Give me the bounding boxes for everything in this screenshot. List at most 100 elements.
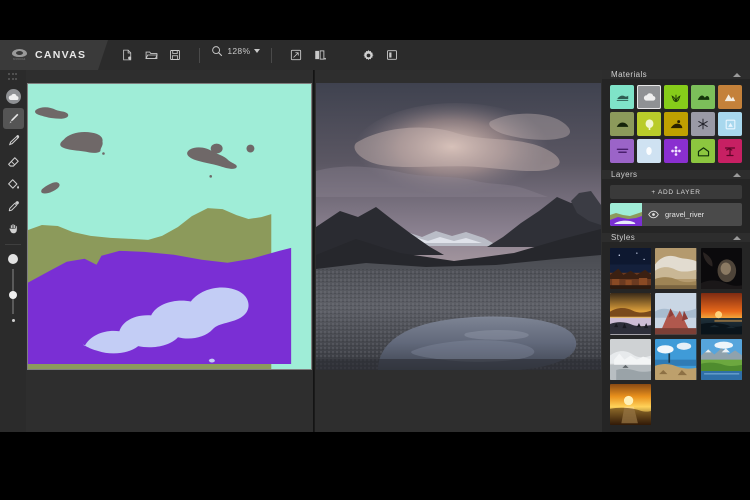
settings-button[interactable] [357,44,379,66]
material-ice[interactable] [718,112,742,136]
style-thumb-ocean-sunset[interactable] [700,293,742,335]
layer-row[interactable]: gravel_river [610,203,742,226]
material-hill[interactable] [610,112,634,136]
add-layer-button[interactable]: + ADD LAYER [610,185,742,199]
palm-icon [724,147,736,157]
slider-track[interactable] [9,269,18,314]
chevron-up-icon[interactable] [733,172,741,177]
materials-grid [610,85,742,163]
style-image [700,338,742,380]
material-palm[interactable] [718,139,742,163]
layer-thumbnail-image [610,203,642,226]
compare-view-button[interactable] [309,44,331,66]
view-tool-group [279,40,337,70]
help-button[interactable] [381,44,403,66]
style-thumb-blue-sky-beach[interactable] [655,338,697,380]
save-disk-icon [170,50,181,60]
open-folder-button[interactable] [140,44,162,66]
eyedropper-icon [8,201,19,212]
segmentation-pane[interactable] [26,70,313,432]
material-tree[interactable] [637,112,661,136]
app-brand: NVIDIA CANVAS [0,40,109,70]
tool-paintbrush[interactable] [2,108,24,129]
material-mud[interactable] [664,112,688,136]
ice-icon [725,119,735,129]
cloud-speck-1 [102,152,105,155]
styles-header[interactable]: Styles [602,233,750,242]
tool-eyedropper[interactable] [3,196,24,217]
new-document-button[interactable] [116,44,138,66]
style-thumb-grey-glacier[interactable] [610,338,652,380]
style-thumb-rocky-cliff[interactable] [655,248,697,290]
tool-pan-hand[interactable] [3,218,24,239]
snowflake-icon [698,118,708,130]
paintbrush-icon [8,113,18,124]
material-snow[interactable] [691,112,715,136]
brand-wordmark: NVIDIA [13,57,26,61]
style-thumb-sunset-water[interactable] [610,383,652,426]
slider-handle[interactable] [9,291,18,299]
segmentation-canvas[interactable] [27,83,312,370]
material-bush[interactable] [691,85,715,109]
tree-icon [645,118,653,130]
render-pane[interactable] [314,70,602,432]
style-image [655,248,697,290]
zoom-control[interactable]: 128% [207,40,264,62]
material-flower[interactable] [664,139,688,163]
hill-icon [616,122,628,127]
style-thumb-dark-cave[interactable] [700,248,742,290]
cloud-speck-2 [209,175,212,178]
flower-icon [671,146,681,156]
style-image [655,293,697,335]
help-book-icon [387,50,398,60]
fit-screen-icon [291,49,302,61]
materials-header[interactable]: Materials [602,70,750,79]
segmentation-artwork [28,84,311,369]
material-grass[interactable] [664,85,688,109]
current-material-swatch[interactable] [3,86,24,107]
style-image [655,338,697,380]
cloud-dot-1 [210,143,223,154]
materials-section [602,79,750,170]
tool-pen[interactable] [3,130,24,151]
styles-title: Styles [611,233,636,242]
style-thumb-alpine-lake[interactable] [700,338,742,380]
layers-title: Layers [611,170,638,179]
render-output[interactable] [316,83,601,370]
water-icon [616,95,628,101]
layer-visibility-toggle[interactable] [648,206,659,224]
material-cloud[interactable] [637,85,661,109]
material-water[interactable] [610,85,634,109]
style-thumb-red-mountain[interactable] [655,293,697,335]
layers-header[interactable]: Layers [602,170,750,179]
fit-to-screen-button[interactable] [285,44,307,66]
titlebar: NVIDIA CANVAS 128% [0,40,750,70]
tool-rail [0,70,26,432]
render-artwork [316,83,601,370]
material-sand[interactable] [718,85,742,109]
brush-size-slider[interactable] [3,252,23,432]
nvidia-logo-icon: NVIDIA [10,48,29,62]
style-thumb-desert-night[interactable] [610,248,652,290]
file-tool-group [110,40,192,70]
style-image [700,293,742,335]
cloud-dot-2 [246,144,255,153]
mud-icon [670,119,682,128]
tool-divider [5,244,21,245]
material-fog[interactable] [610,139,634,163]
save-button[interactable] [164,44,186,66]
chevron-up-icon[interactable] [733,72,741,77]
chevron-down-icon[interactable] [254,49,261,53]
materials-title: Materials [611,70,648,79]
tool-eraser[interactable] [3,152,24,173]
application-window: NVIDIA CANVAS 128% Materials Layers + AD… [0,40,750,432]
cloud-icon [5,89,21,104]
chevron-up-icon[interactable] [733,235,741,240]
material-shrub[interactable] [691,139,715,163]
material-moon[interactable] [637,139,661,163]
drag-handle[interactable] [8,73,18,81]
tool-paint-bucket[interactable] [3,174,24,195]
style-thumb-golden-coast[interactable] [610,293,652,335]
toolbar-divider-2 [271,47,273,63]
styles-section [602,242,750,432]
